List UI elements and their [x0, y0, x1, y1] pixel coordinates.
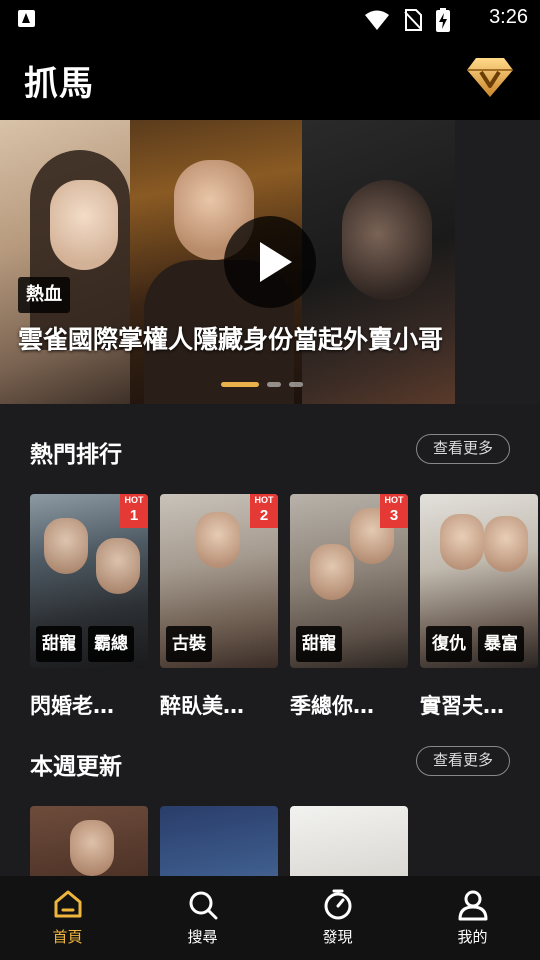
drama-card[interactable] [290, 806, 408, 876]
nav-label: 發現 [322, 928, 353, 946]
weekly-more-button[interactable]: 查看更多 [416, 746, 510, 776]
card-title: 實習夫… [420, 694, 504, 718]
app-a-icon [18, 10, 35, 27]
card-title: 閃婚老… [30, 694, 114, 718]
main-content[interactable]: 熱門排行 查看更多 HOT1 甜寵 霸總 閃婚老… HOT2 古裝 醉臥美… [0, 404, 540, 876]
carousel-dot[interactable] [289, 382, 303, 387]
card-title: 季總你… [290, 694, 374, 718]
hot-more-button[interactable]: 查看更多 [416, 434, 510, 464]
banner-next-peek [455, 120, 540, 404]
status-bar: 3:26 [0, 0, 540, 38]
nav-discover[interactable]: 發現 [270, 876, 405, 960]
search-icon [189, 891, 217, 920]
poster-image: HOT 3 甜寵 [290, 494, 408, 668]
status-icons [364, 8, 450, 32]
poster-image: 復仇 暴富 [420, 494, 538, 668]
genre-tag: 暴富 [478, 626, 524, 662]
banner-image-left [0, 120, 130, 404]
genre-tag: 霸總 [88, 626, 134, 662]
app-title: 抓馬 [24, 64, 94, 104]
status-time: 3:26 [489, 6, 528, 28]
play-button[interactable] [224, 216, 316, 308]
no-sim-icon [404, 9, 422, 31]
discover-icon [324, 889, 351, 920]
nav-label: 我的 [457, 928, 488, 946]
drama-card[interactable] [30, 806, 148, 876]
poster-image [160, 806, 278, 876]
card-title: 醉臥美… [160, 694, 244, 718]
poster-image: HOT 2 古裝 [160, 494, 278, 668]
nav-label: 首頁 [52, 928, 83, 946]
home-icon [54, 890, 81, 918]
banner-genre-tag: 熱血 [18, 277, 70, 313]
bottom-nav: 首頁 搜尋 發現 我的 [0, 876, 540, 960]
hot-rank-badge: HOT 3 [380, 494, 408, 528]
weekly-list [30, 806, 408, 876]
profile-icon [458, 890, 487, 921]
hot-rank-badge: HOT 1 [120, 494, 148, 528]
genre-tag: 古裝 [166, 626, 212, 662]
app-header: 抓馬 [0, 38, 540, 120]
nav-label: 搜尋 [187, 928, 218, 946]
vip-diamond-icon[interactable] [466, 56, 514, 98]
wifi-icon [365, 10, 389, 30]
drama-card[interactable] [160, 806, 278, 876]
hot-rank-badge: HOT 2 [250, 494, 278, 528]
drama-card[interactable]: HOT 2 古裝 醉臥美… [160, 494, 278, 720]
poster-image: HOT 1 甜寵 霸總 [30, 494, 148, 668]
poster-image [290, 806, 408, 876]
nav-profile[interactable]: 我的 [405, 876, 540, 960]
carousel-dot[interactable] [267, 382, 281, 387]
drama-card[interactable]: 復仇 暴富 實習夫… [420, 494, 538, 720]
section-title-weekly: 本週更新 [30, 754, 122, 780]
genre-tag: 甜寵 [296, 626, 342, 662]
section-title-hot: 熱門排行 [30, 442, 122, 468]
drama-card[interactable]: HOT 3 甜寵 季總你… [290, 494, 408, 720]
hero-banner[interactable]: 熱血 雲雀國際掌權人隱藏身份當起外賣小哥 [0, 120, 540, 404]
genre-tag: 甜寵 [36, 626, 82, 662]
hot-list: HOT 1 甜寵 霸總 閃婚老… HOT 2 古裝 醉臥美… HOT 3 甜寵 … [30, 494, 538, 720]
carousel-indicator [221, 382, 303, 387]
banner-image-right [302, 120, 455, 404]
genre-tag: 復仇 [426, 626, 472, 662]
poster-image [30, 806, 148, 876]
drama-card[interactable]: HOT 1 甜寵 霸總 閃婚老… [30, 494, 148, 720]
nav-home[interactable]: 首頁 [0, 876, 135, 960]
carousel-dot-active[interactable] [221, 382, 259, 387]
battery-charging-icon [436, 8, 450, 32]
banner-title[interactable]: 雲雀國際掌權人隱藏身份當起外賣小哥 [18, 320, 443, 356]
nav-search[interactable]: 搜尋 [135, 876, 270, 960]
